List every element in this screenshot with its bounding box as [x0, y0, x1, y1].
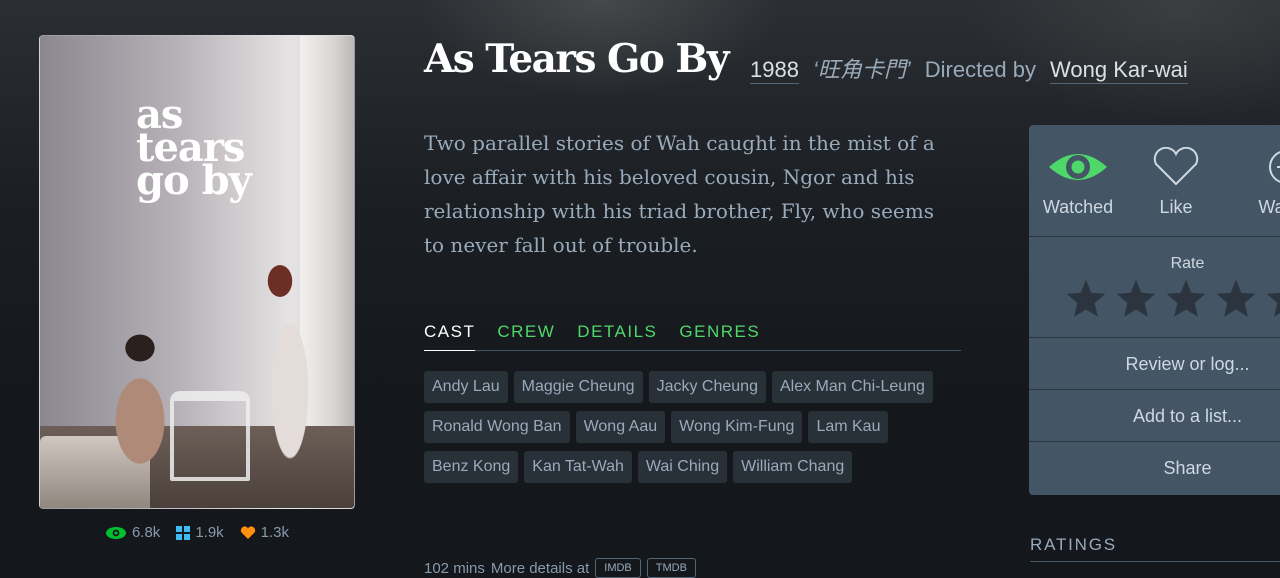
tab-details[interactable]: DETAILS — [577, 322, 657, 351]
rating-stars — [1064, 277, 1280, 321]
cast-chip[interactable]: Andy Lau — [424, 371, 508, 403]
original-title: ‘旺角卡門’ — [812, 57, 911, 82]
tab-genres[interactable]: GENRES — [679, 322, 760, 351]
cast-chip[interactable]: Kan Tat-Wah — [524, 451, 632, 483]
film-footer: 102 mins More details at IMDB TMDB — [424, 558, 824, 578]
star-icon[interactable] — [1114, 277, 1158, 321]
star-icon[interactable] — [1214, 277, 1258, 321]
runtime: 102 mins — [424, 559, 485, 577]
stat-lists-count: 1.9k — [195, 524, 224, 541]
star-icon[interactable] — [1164, 277, 1208, 321]
cast-chip[interactable]: Jacky Cheung — [648, 371, 766, 403]
poster-title: as tears go by — [136, 95, 276, 204]
cast-chip[interactable]: William Chang — [733, 451, 853, 483]
clock-icon — [1269, 151, 1280, 183]
more-details-label: More details at — [490, 559, 590, 577]
stat-likes[interactable]: 1.3k — [240, 524, 289, 541]
film-meta: 1988 ‘旺角卡門’ Directed by Wong Kar-wai — [750, 52, 1188, 84]
add-to-list-button[interactable]: Add to a list... — [1029, 390, 1280, 442]
watched-label: Watched — [1042, 197, 1114, 217]
heart-outline-icon — [1153, 147, 1199, 186]
film-tabs: CAST CREW DETAILS GENRES — [424, 322, 961, 351]
tmdb-button[interactable]: TMDB — [646, 558, 696, 578]
cast-chip[interactable]: Wai Ching — [637, 451, 728, 483]
poster-figure-woman — [245, 251, 335, 508]
director-link[interactable]: Wong Kar-wai — [1050, 57, 1188, 84]
tab-cast[interactable]: CAST — [424, 322, 476, 351]
actions-row: Watched Like Wat — [1029, 125, 1280, 237]
film-synopsis: Two parallel stories of Wah caught in th… — [424, 131, 935, 257]
eye-icon — [1049, 154, 1107, 180]
poster-stats: 6.8k 1.9k 1.3k — [39, 524, 355, 541]
stat-lists[interactable]: 1.9k — [176, 524, 224, 541]
actions-panel: Watched Like Wat Rate Review or log... A… — [1029, 125, 1280, 495]
tab-crew[interactable]: CREW — [497, 322, 555, 351]
star-icon[interactable] — [1264, 277, 1280, 321]
cast-chip[interactable]: Maggie Cheung — [513, 371, 643, 403]
stat-likes-count: 1.3k — [260, 524, 290, 541]
grid-icon — [176, 525, 191, 540]
film-year-link[interactable]: 1988 — [750, 57, 799, 84]
rate-label: Rate — [1170, 255, 1205, 272]
eye-icon — [105, 526, 126, 539]
star-icon[interactable] — [1064, 277, 1108, 321]
share-button[interactable]: Share — [1029, 442, 1280, 494]
stat-watched-count: 6.8k — [131, 524, 161, 541]
cast-chip[interactable]: Alex Man Chi-Leung — [771, 371, 933, 403]
poster-title-line: go by — [136, 157, 252, 204]
imdb-button[interactable]: IMDB — [595, 558, 641, 578]
review-or-log-button[interactable]: Review or log... — [1029, 338, 1280, 390]
rate-row: Rate — [1029, 237, 1280, 338]
cast-chip[interactable]: Lam Kau — [808, 411, 889, 443]
cast-chip[interactable]: Ronald Wong Ban — [424, 411, 570, 443]
stat-watched[interactable]: 6.8k — [105, 524, 160, 541]
cast-chip[interactable]: Benz Kong — [424, 451, 519, 483]
film-title: As Tears Go By — [424, 36, 730, 82]
like-button[interactable]: Like — [1127, 125, 1225, 236]
watchlist-label: Wat — [1258, 197, 1280, 217]
cast-chip[interactable]: Wong Aau — [575, 411, 666, 443]
poster-chair — [170, 391, 250, 481]
cast-chip[interactable]: Wong Kim-Fung — [671, 411, 803, 443]
film-poster[interactable]: as tears go by — [39, 35, 355, 509]
directed-by-label: Directed by — [924, 57, 1037, 82]
cast-list: Andy Lau Maggie Cheung Jacky Cheung Alex… — [424, 371, 964, 483]
poster-figure-man — [100, 326, 180, 476]
heart-icon — [240, 525, 255, 539]
watched-button[interactable]: Watched — [1029, 125, 1127, 236]
ratings-heading: RATINGS — [1030, 535, 1280, 562]
watchlist-button[interactable]: Wat — [1225, 125, 1280, 236]
like-label: Like — [1159, 197, 1193, 217]
